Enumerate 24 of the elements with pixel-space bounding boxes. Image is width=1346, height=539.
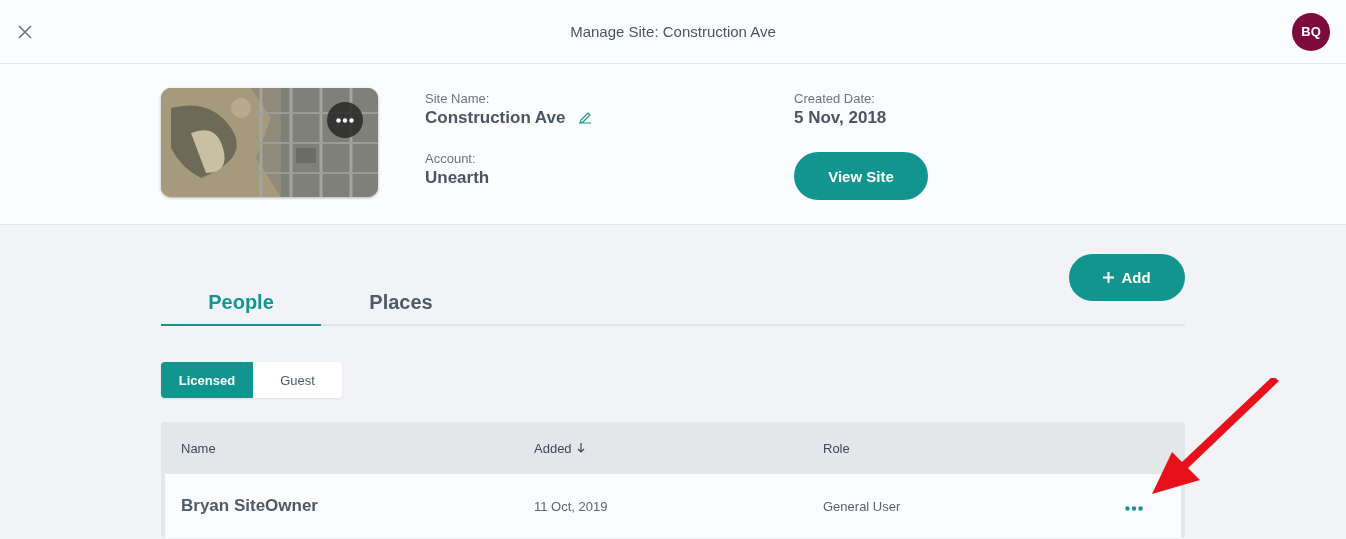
table-cell-text: 11 Oct, 2019 (534, 498, 609, 514)
field-value: Construction Ave (425, 108, 566, 128)
field-value: 5 Nov, 2018 (794, 108, 887, 128)
field-label: Site Name: (425, 91, 490, 106)
tab[interactable]: Places (321, 281, 481, 326)
column-header[interactable]: Added (534, 440, 572, 456)
window-title: Manage Site: Construction Ave (570, 23, 776, 40)
table-cell-text: General User (823, 498, 902, 514)
plus-icon (1103, 272, 1115, 283)
more-icon (1125, 505, 1143, 511)
column-header[interactable]: Role (823, 440, 850, 456)
add-button[interactable]: Add (1069, 254, 1185, 301)
segment-button[interactable]: Licensed (161, 362, 253, 398)
segment-button[interactable]: Guest (253, 362, 342, 398)
field-label: Created Date: (794, 91, 875, 106)
field-value: Unearth (425, 168, 490, 188)
more-icon (336, 117, 354, 123)
table-cell-text: Bryan SiteOwner (181, 496, 319, 516)
field-label: Account: (425, 151, 476, 166)
view-site-button[interactable]: View Site (794, 152, 928, 200)
user-avatar[interactable]: BQ (1292, 12, 1330, 51)
close-icon[interactable] (18, 24, 32, 39)
edit-icon[interactable] (579, 110, 593, 124)
column-header[interactable]: Name (181, 440, 216, 456)
